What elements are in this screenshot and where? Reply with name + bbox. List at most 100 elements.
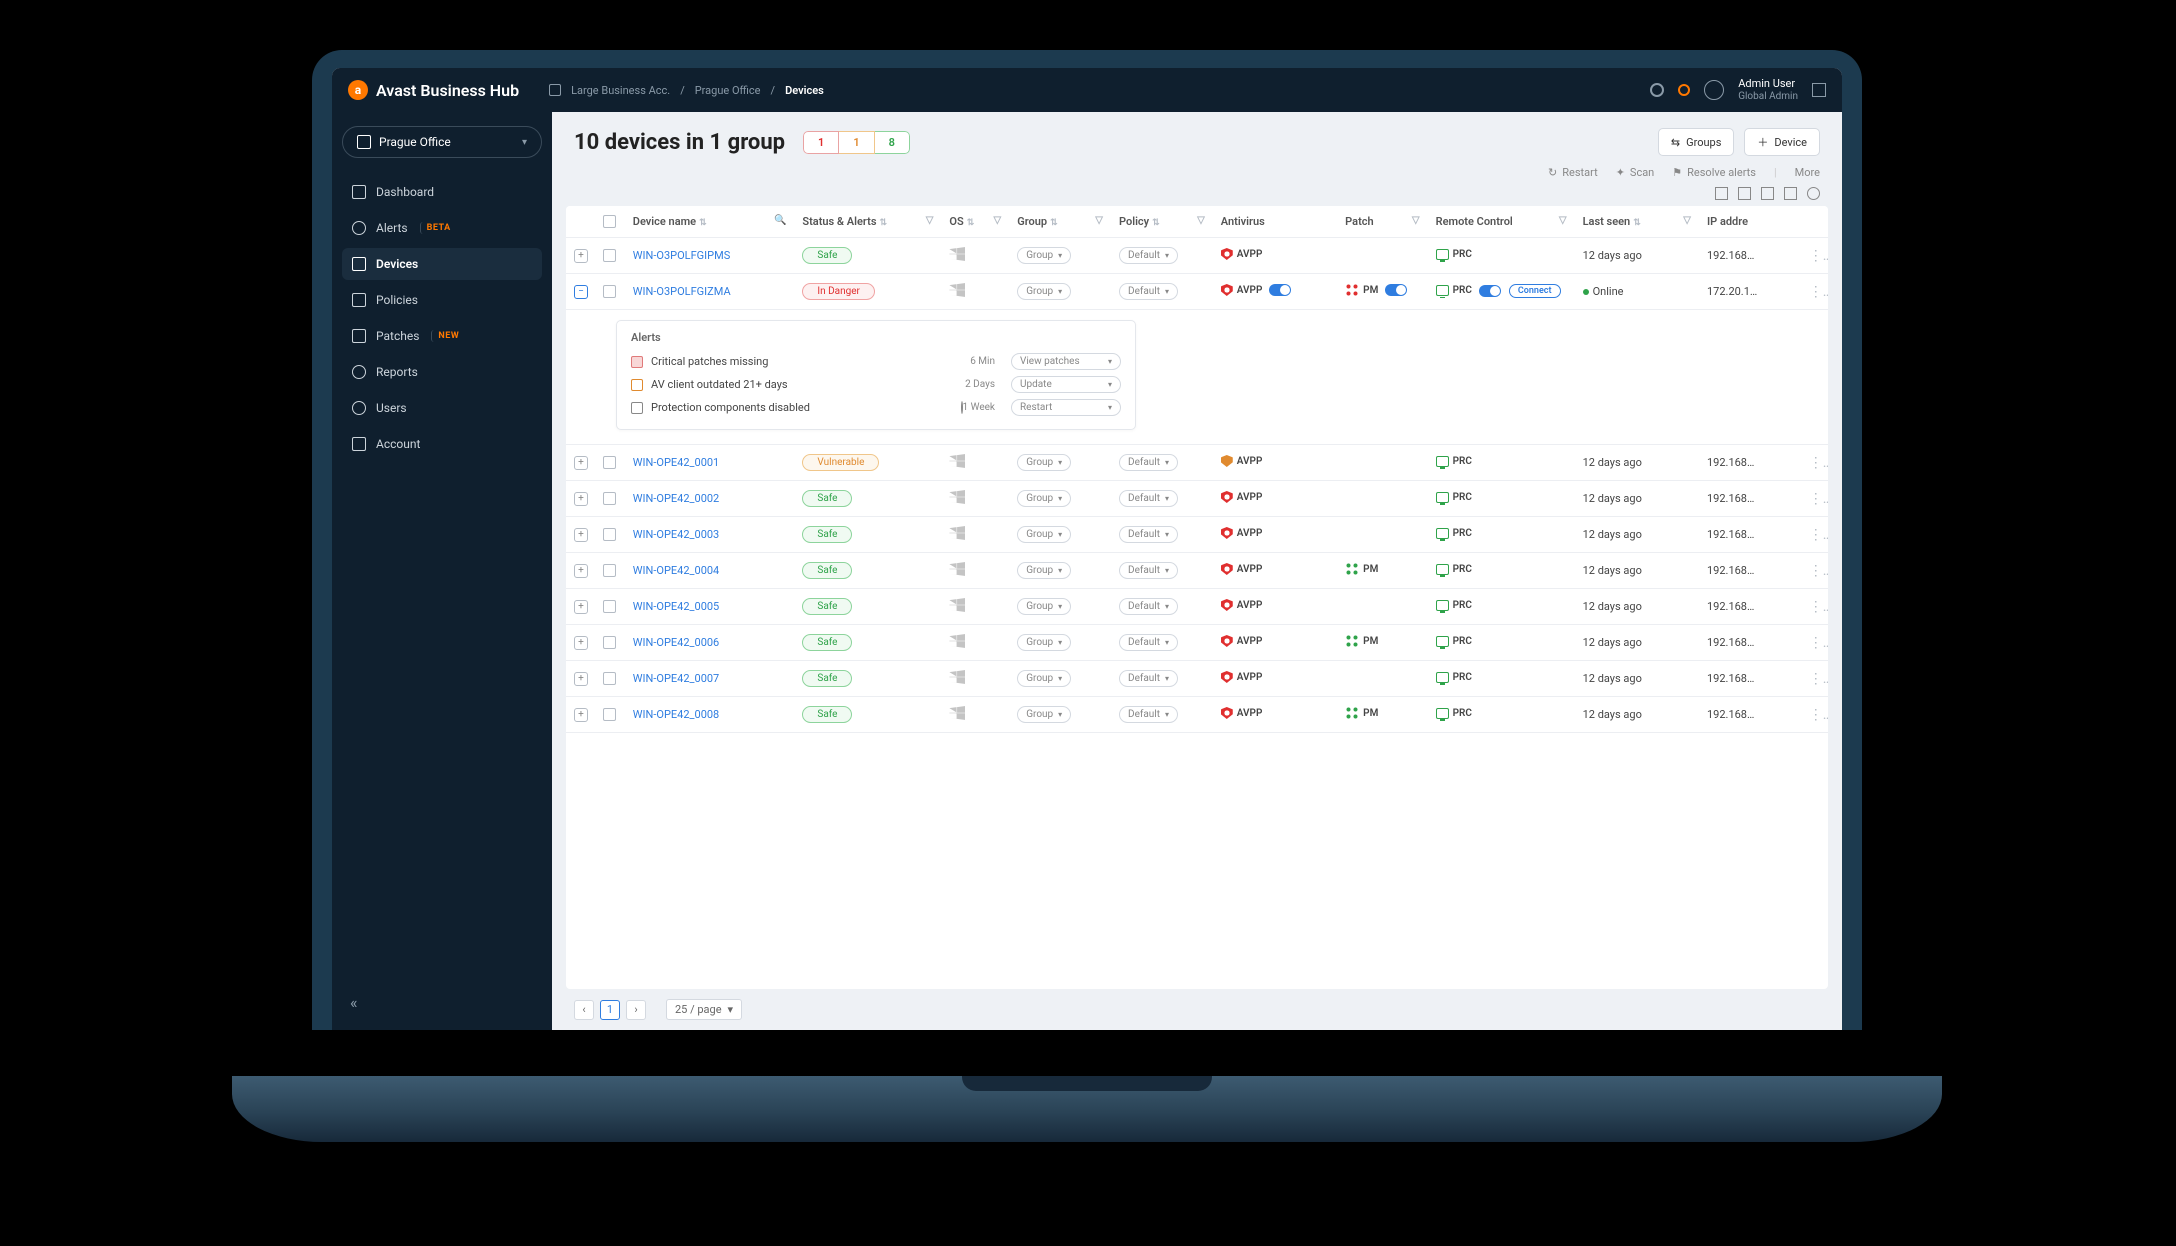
download-icon[interactable]: [1784, 187, 1797, 200]
col-group[interactable]: Group⇅▽: [1009, 206, 1111, 238]
table-row[interactable]: +WIN-OPE42_0005SafeGroup▾Default▾AVPPPRC…: [566, 589, 1828, 625]
refresh-icon[interactable]: [1807, 187, 1820, 200]
row-checkbox[interactable]: [603, 528, 616, 541]
table-row[interactable]: +WIN-OPE42_0007SafeGroup▾Default▾AVPPPRC…: [566, 661, 1828, 697]
col-policy[interactable]: Policy⇅▽: [1111, 206, 1213, 238]
expand-row-button[interactable]: +: [574, 636, 588, 650]
expand-row-button[interactable]: +: [574, 600, 588, 614]
row-menu-button[interactable]: ⋮: [1801, 481, 1828, 517]
device-name-link[interactable]: WIN-OPE42_0002: [633, 492, 719, 505]
settings-icon[interactable]: [1650, 83, 1664, 97]
action-restart[interactable]: ↻ Restart: [1548, 166, 1598, 179]
filter-icon[interactable]: ▽: [1197, 215, 1205, 226]
nav-alerts[interactable]: AlertsBETA: [342, 212, 542, 244]
col-patch[interactable]: Patch▽: [1337, 206, 1427, 238]
device-name-link[interactable]: WIN-OPE42_0003: [633, 528, 719, 541]
page-size-select[interactable]: 25 / page▾: [666, 999, 742, 1020]
columns-toggle-icon[interactable]: [1738, 187, 1751, 200]
nav-patches[interactable]: PatchesNEW: [342, 320, 542, 352]
page-next[interactable]: ›: [626, 1000, 646, 1020]
alert-action-select[interactable]: Restart▾: [1011, 399, 1121, 416]
filter-icon[interactable]: ▽: [926, 215, 934, 226]
device-name-link[interactable]: WIN-OPE42_0004: [633, 564, 719, 577]
group-select[interactable]: Group▾: [1017, 706, 1071, 723]
col-antivirus[interactable]: Antivirus: [1213, 206, 1337, 238]
row-checkbox[interactable]: [603, 456, 616, 469]
action-scan[interactable]: ✦ Scan: [1616, 166, 1655, 179]
nav-devices[interactable]: Devices: [342, 248, 542, 280]
policy-select[interactable]: Default▾: [1119, 562, 1178, 579]
search-icon[interactable]: 🔍: [774, 215, 786, 226]
expand-row-button[interactable]: +: [574, 456, 588, 470]
row-menu-button[interactable]: ⋮: [1801, 274, 1828, 310]
expand-row-button[interactable]: +: [574, 492, 588, 506]
row-checkbox[interactable]: [603, 492, 616, 505]
group-select[interactable]: Group▾: [1017, 598, 1071, 615]
policy-select[interactable]: Default▾: [1119, 598, 1178, 615]
table-row[interactable]: +WIN-O3POLFGIPMSSafeGroup▾Default▾AVPPPR…: [566, 238, 1828, 274]
expand-icon[interactable]: [1715, 187, 1728, 200]
policy-select[interactable]: Default▾: [1119, 283, 1178, 300]
col-os[interactable]: OS⇅▽: [941, 206, 1009, 238]
policy-select[interactable]: Default▾: [1119, 634, 1178, 651]
expand-row-button[interactable]: +: [574, 672, 588, 686]
row-menu-button[interactable]: ⋮: [1801, 697, 1828, 733]
action-resolve[interactable]: ⚑ Resolve alerts: [1672, 166, 1756, 179]
policy-select[interactable]: Default▾: [1119, 247, 1178, 264]
nav-dashboard[interactable]: Dashboard: [342, 176, 542, 208]
row-menu-button[interactable]: ⋮: [1801, 445, 1828, 481]
av-toggle[interactable]: [1269, 284, 1291, 296]
expand-row-button[interactable]: +: [574, 528, 588, 542]
row-menu-button[interactable]: ⋮: [1801, 517, 1828, 553]
mute-icon[interactable]: [961, 401, 963, 414]
table-row[interactable]: +WIN-OPE42_0004SafeGroup▾Default▾AVPPPMP…: [566, 553, 1828, 589]
home-icon[interactable]: [549, 84, 561, 96]
row-menu-button[interactable]: ⋮: [1801, 661, 1828, 697]
row-menu-button[interactable]: ⋮: [1801, 625, 1828, 661]
notifications-icon[interactable]: [1678, 84, 1690, 96]
select-all-checkbox[interactable]: [603, 215, 616, 228]
row-menu-button[interactable]: ⋮: [1801, 238, 1828, 274]
device-name-link[interactable]: WIN-OPE42_0007: [633, 672, 719, 685]
avatar-icon[interactable]: [1704, 80, 1724, 100]
policy-select[interactable]: Default▾: [1119, 454, 1178, 471]
collapse-sidebar-icon[interactable]: «: [350, 993, 358, 1012]
page-1[interactable]: 1: [600, 1000, 620, 1020]
group-select[interactable]: Group▾: [1017, 283, 1071, 300]
nav-account[interactable]: Account: [342, 428, 542, 460]
group-select[interactable]: Group▾: [1017, 526, 1071, 543]
table-row[interactable]: −WIN-O3POLFGIZMAIn DangerGroup▾Default▾A…: [566, 274, 1828, 310]
group-select[interactable]: Group▾: [1017, 562, 1071, 579]
alert-action-select[interactable]: Update▾: [1011, 376, 1121, 393]
policy-select[interactable]: Default▾: [1119, 490, 1178, 507]
patch-toggle[interactable]: [1385, 284, 1407, 296]
table-row[interactable]: +WIN-OPE42_0006SafeGroup▾Default▾AVPPPMP…: [566, 625, 1828, 661]
nav-policies[interactable]: Policies: [342, 284, 542, 316]
policy-select[interactable]: Default▾: [1119, 670, 1178, 687]
user-menu[interactable]: Admin User Global Admin: [1738, 78, 1798, 101]
col-last-seen[interactable]: Last seen⇅▽: [1575, 206, 1699, 238]
device-name-link[interactable]: WIN-OPE42_0006: [633, 636, 719, 649]
apps-icon[interactable]: [1812, 83, 1826, 97]
row-checkbox[interactable]: [603, 600, 616, 613]
nav-users[interactable]: Users: [342, 392, 542, 424]
row-checkbox[interactable]: [603, 708, 616, 721]
count-safe[interactable]: 8: [875, 131, 910, 154]
group-select[interactable]: Group▾: [1017, 454, 1071, 471]
prc-toggle[interactable]: [1479, 285, 1501, 297]
device-name-link[interactable]: WIN-O3POLFGIZMA: [633, 285, 731, 298]
filter-icon[interactable]: ▽: [1683, 215, 1691, 226]
policy-select[interactable]: Default▾: [1119, 706, 1178, 723]
table-row[interactable]: +WIN-OPE42_0002SafeGroup▾Default▾AVPPPRC…: [566, 481, 1828, 517]
table-row[interactable]: +WIN-OPE42_0003SafeGroup▾Default▾AVPPPRC…: [566, 517, 1828, 553]
policy-select[interactable]: Default▾: [1119, 526, 1178, 543]
device-name-link[interactable]: WIN-OPE42_0008: [633, 708, 719, 721]
group-select[interactable]: Group▾: [1017, 247, 1071, 264]
row-checkbox[interactable]: [603, 285, 616, 298]
device-name-link[interactable]: WIN-OPE42_0001: [633, 456, 719, 469]
filter-icon[interactable]: ▽: [1095, 215, 1103, 226]
connect-button[interactable]: Connect: [1509, 284, 1561, 298]
nav-reports[interactable]: Reports: [342, 356, 542, 388]
filter-icon[interactable]: ▽: [1412, 215, 1420, 226]
row-checkbox[interactable]: [603, 636, 616, 649]
